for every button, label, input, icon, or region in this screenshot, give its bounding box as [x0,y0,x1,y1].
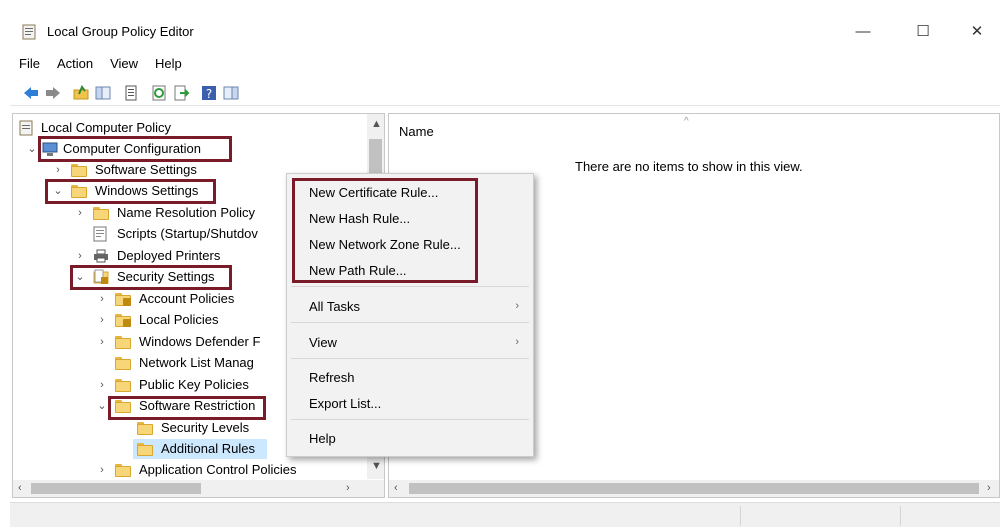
window-title: Local Group Policy Editor [47,24,194,39]
scroll-left-icon[interactable]: ‹ [18,482,22,494]
empty-view-message: There are no items to show in this view. [575,159,803,174]
tree-label: Account Policies [139,291,235,306]
tree-label: Windows Defender F [139,334,261,349]
forward-icon[interactable] [44,84,62,102]
chevron-right-icon[interactable]: › [53,160,63,180]
menu-item-help[interactable]: Help [309,431,336,446]
maximize-button[interactable]: ☐ [900,16,946,46]
locked-folder-icon [115,314,131,327]
show-hide-tree-icon[interactable] [94,84,112,102]
tree-label: Additional Rules [161,441,255,456]
scroll-left-icon[interactable]: ‹ [394,482,398,494]
policy-icon [19,120,33,136]
tree-label: Deployed Printers [117,248,221,263]
properties-icon[interactable] [122,84,140,102]
scroll-up-icon[interactable]: ▲ [371,118,382,130]
folder-icon [137,443,153,456]
menu-view[interactable]: View [101,54,146,76]
status-divider [900,506,901,526]
folder-icon [115,379,131,392]
folder-icon [115,336,131,349]
tree-label: Network List Manag [139,355,254,370]
column-header-name[interactable]: Name [399,124,434,139]
tree-label: Security Levels [161,420,250,435]
sort-indicator-icon: ^ [684,116,689,127]
status-bar [10,502,1000,527]
chevron-right-icon[interactable]: › [97,310,107,330]
chevron-right-icon[interactable]: › [97,375,107,395]
script-icon [93,226,107,242]
folder-icon [115,357,131,370]
refresh-icon[interactable] [150,84,168,102]
scroll-right-icon[interactable]: › [346,482,350,494]
tree-label: Local Computer Policy [41,120,172,135]
menu-item-export-list[interactable]: Export List... [309,396,381,411]
status-divider [740,506,741,526]
folder-icon [137,422,153,435]
minimize-icon: — [855,22,871,40]
menu-bar: File Action View Help [10,54,190,76]
submenu-arrow-icon: › [515,336,519,348]
tree-label: Application Control Policies [139,462,297,477]
tree-label: Public Key Policies [139,377,249,392]
annotation-box-security-settings [70,265,232,290]
tree-horizontal-scrollbar[interactable]: ‹ › [13,480,384,497]
menu-separator [291,286,529,287]
help-icon[interactable]: ? [200,84,218,102]
chevron-right-icon[interactable]: › [75,203,85,223]
details-horizontal-scrollbar[interactable]: ‹ › [389,480,999,497]
menu-separator [291,419,529,420]
chevron-down-icon[interactable]: ⌄ [97,396,107,416]
close-button[interactable]: ✕ [954,16,1000,46]
chevron-down-icon[interactable]: ⌄ [27,139,37,159]
chevron-right-icon[interactable]: › [97,289,107,309]
menu-item-all-tasks[interactable]: All Tasks [309,299,360,314]
menu-separator [291,322,529,323]
details-hscroll-thumb[interactable] [409,483,979,494]
menu-item-refresh[interactable]: Refresh [309,370,355,385]
annotation-box-new-rules [292,178,478,283]
maximize-icon: ☐ [916,23,930,40]
up-folder-icon[interactable] [72,84,90,102]
tree-hscroll-thumb[interactable] [31,483,201,494]
tree-label: Software Settings [95,162,197,177]
scroll-down-icon[interactable]: ▼ [371,460,382,472]
tree-label: Scripts (Startup/Shutdov [117,226,258,241]
chevron-right-icon[interactable]: › [97,332,107,352]
tree-label: Name Resolution Policy [117,205,256,220]
minimize-button[interactable]: — [840,16,886,46]
tree-label: Local Policies [139,312,219,327]
submenu-arrow-icon: › [515,300,519,312]
policy-editor-icon [22,24,36,40]
menu-help[interactable]: Help [146,54,190,76]
folder-icon [93,207,109,220]
chevron-right-icon[interactable]: › [75,246,85,266]
folder-icon [71,164,87,177]
menu-file[interactable]: File [10,54,48,76]
folder-icon [115,464,131,477]
locked-folder-icon [115,293,131,306]
tree-item-additional-rules[interactable]: Additional Rules [133,439,267,459]
annotation-box-computer-configuration [38,136,232,162]
chevron-right-icon[interactable]: › [97,460,107,480]
menu-action[interactable]: Action [48,54,101,76]
back-icon[interactable] [22,84,40,102]
printer-icon [94,249,108,263]
annotation-box-windows-settings [45,179,216,204]
view-pane-icon[interactable] [222,84,240,102]
menu-separator [291,358,529,359]
close-icon: ✕ [970,23,984,40]
scroll-right-icon[interactable]: › [987,482,991,494]
export-list-icon[interactable] [172,84,190,102]
svg-text:?: ? [206,87,212,101]
menu-item-view[interactable]: View [309,335,337,350]
toolbar: ? [10,80,1000,106]
annotation-box-software-restriction [108,396,266,420]
